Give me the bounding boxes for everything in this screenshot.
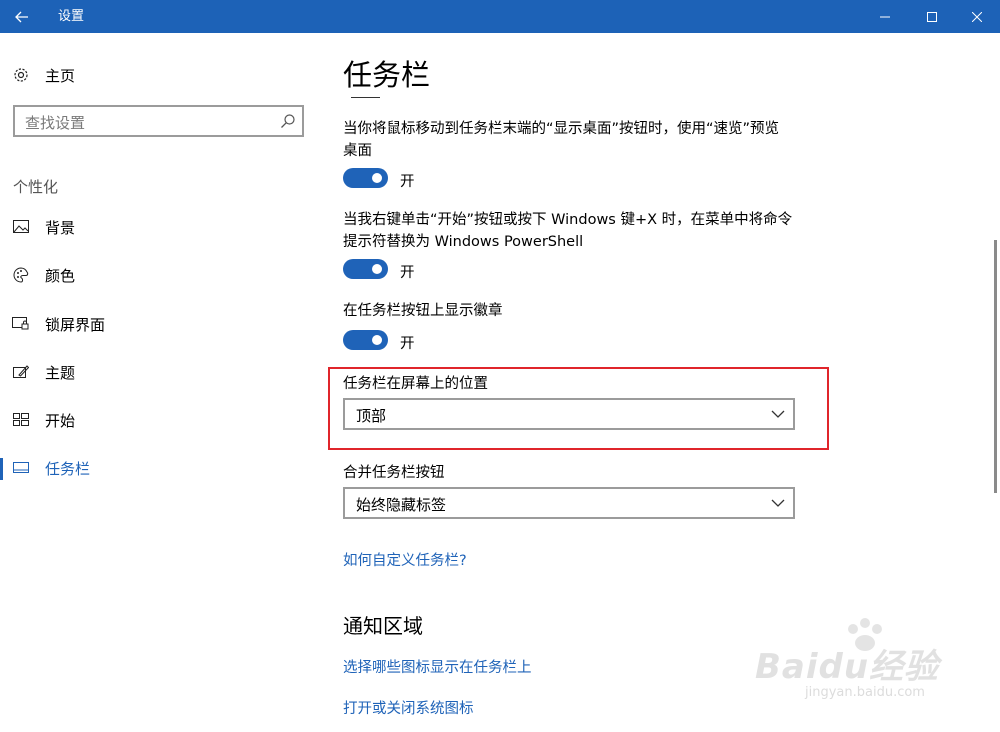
gear-icon — [12, 66, 30, 84]
lock-screen-icon — [12, 315, 30, 333]
theme-icon — [12, 363, 30, 381]
setting-description-powershell: 当我右键单击“开始”按钮或按下 Windows 键+X 时，在菜单中将命令提示符… — [343, 212, 793, 250]
chevron-down-icon — [771, 499, 785, 507]
watermark-brand: Baidu经验 — [755, 647, 940, 687]
sidebar-item-label: 锁屏界面 — [45, 315, 106, 334]
combine-buttons-select[interactable]: 始终隐藏标签 — [343, 487, 795, 519]
sidebar-item-themes[interactable]: 主题 — [0, 355, 320, 389]
sidebar-item-label: 颜色 — [45, 266, 76, 285]
watermark-logo: Baidu经验 jingyan.baidu.com — [755, 615, 950, 710]
page-title: 任务栏 — [343, 58, 431, 92]
peek-toggle[interactable] — [343, 168, 388, 188]
notification-area-title: 通知区域 — [343, 614, 423, 638]
toggle-knob — [372, 335, 382, 345]
search-input[interactable]: 查找设置 — [13, 105, 304, 137]
combine-buttons-value: 始终隐藏标签 — [356, 496, 447, 514]
sidebar-item-label: 开始 — [45, 411, 76, 430]
setting-description-peek: 当你将鼠标移动到任务栏末端的“显示桌面”按钮时，使用“速览”预览桌面 — [343, 121, 780, 159]
title-bar: 设置 — [0, 0, 1000, 33]
peek-toggle-state: 开 — [400, 174, 415, 190]
sidebar-item-taskbar[interactable]: 任务栏 — [0, 451, 320, 485]
maximize-icon — [927, 11, 937, 22]
sidebar-item-label: 任务栏 — [45, 459, 91, 478]
scrollbar-thumb[interactable] — [994, 240, 997, 493]
search-placeholder: 查找设置 — [25, 114, 86, 132]
toggle-knob — [372, 264, 382, 274]
sidebar-item-start[interactable]: 开始 — [0, 403, 320, 437]
combine-buttons-label: 合并任务栏按钮 — [343, 465, 445, 481]
maximize-button[interactable] — [909, 0, 955, 33]
customize-taskbar-link[interactable]: 如何自定义任务栏? — [343, 549, 467, 570]
picture-icon — [12, 218, 30, 236]
taskbar-icon — [12, 459, 30, 477]
close-icon — [972, 11, 982, 22]
taskbar-position-select[interactable]: 顶部 — [343, 398, 795, 430]
select-taskbar-icons-link[interactable]: 选择哪些图标显示在任务栏上 — [343, 656, 532, 677]
start-icon — [12, 411, 30, 429]
system-icons-link[interactable]: 打开或关闭系统图标 — [343, 697, 474, 718]
toggle-knob — [372, 173, 382, 183]
sidebar-item-label: 主题 — [45, 363, 76, 382]
badges-toggle-state: 开 — [400, 336, 415, 352]
window-title: 设置 — [58, 9, 85, 24]
palette-icon — [12, 266, 30, 284]
section-label-personalization: 个性化 — [13, 178, 59, 196]
sidebar-item-colors[interactable]: 颜色 — [0, 258, 320, 292]
minimize-icon — [880, 16, 890, 17]
sidebar-item-lock-screen[interactable]: 锁屏界面 — [0, 307, 320, 341]
search-icon[interactable] — [280, 113, 296, 129]
sidebar-item-label: 背景 — [45, 218, 76, 237]
setting-description-badges: 在任务栏按钮上显示徽章 — [343, 303, 503, 319]
sidebar-item-background[interactable]: 背景 — [0, 210, 320, 244]
watermark-url: jingyan.baidu.com — [805, 685, 925, 700]
badges-toggle[interactable] — [343, 330, 388, 350]
nav-home-label: 主页 — [45, 66, 76, 85]
title-underline — [351, 97, 380, 98]
back-button[interactable] — [0, 0, 44, 33]
close-button[interactable] — [954, 0, 1000, 33]
minimize-button[interactable] — [862, 0, 908, 33]
taskbar-position-value: 顶部 — [356, 407, 387, 425]
chevron-down-icon — [771, 410, 785, 418]
powershell-toggle[interactable] — [343, 259, 388, 279]
powershell-toggle-state: 开 — [400, 265, 415, 281]
nav-home[interactable]: 主页 — [0, 58, 320, 92]
back-arrow-icon — [15, 11, 28, 22]
taskbar-position-label: 任务栏在屏幕上的位置 — [343, 376, 488, 392]
